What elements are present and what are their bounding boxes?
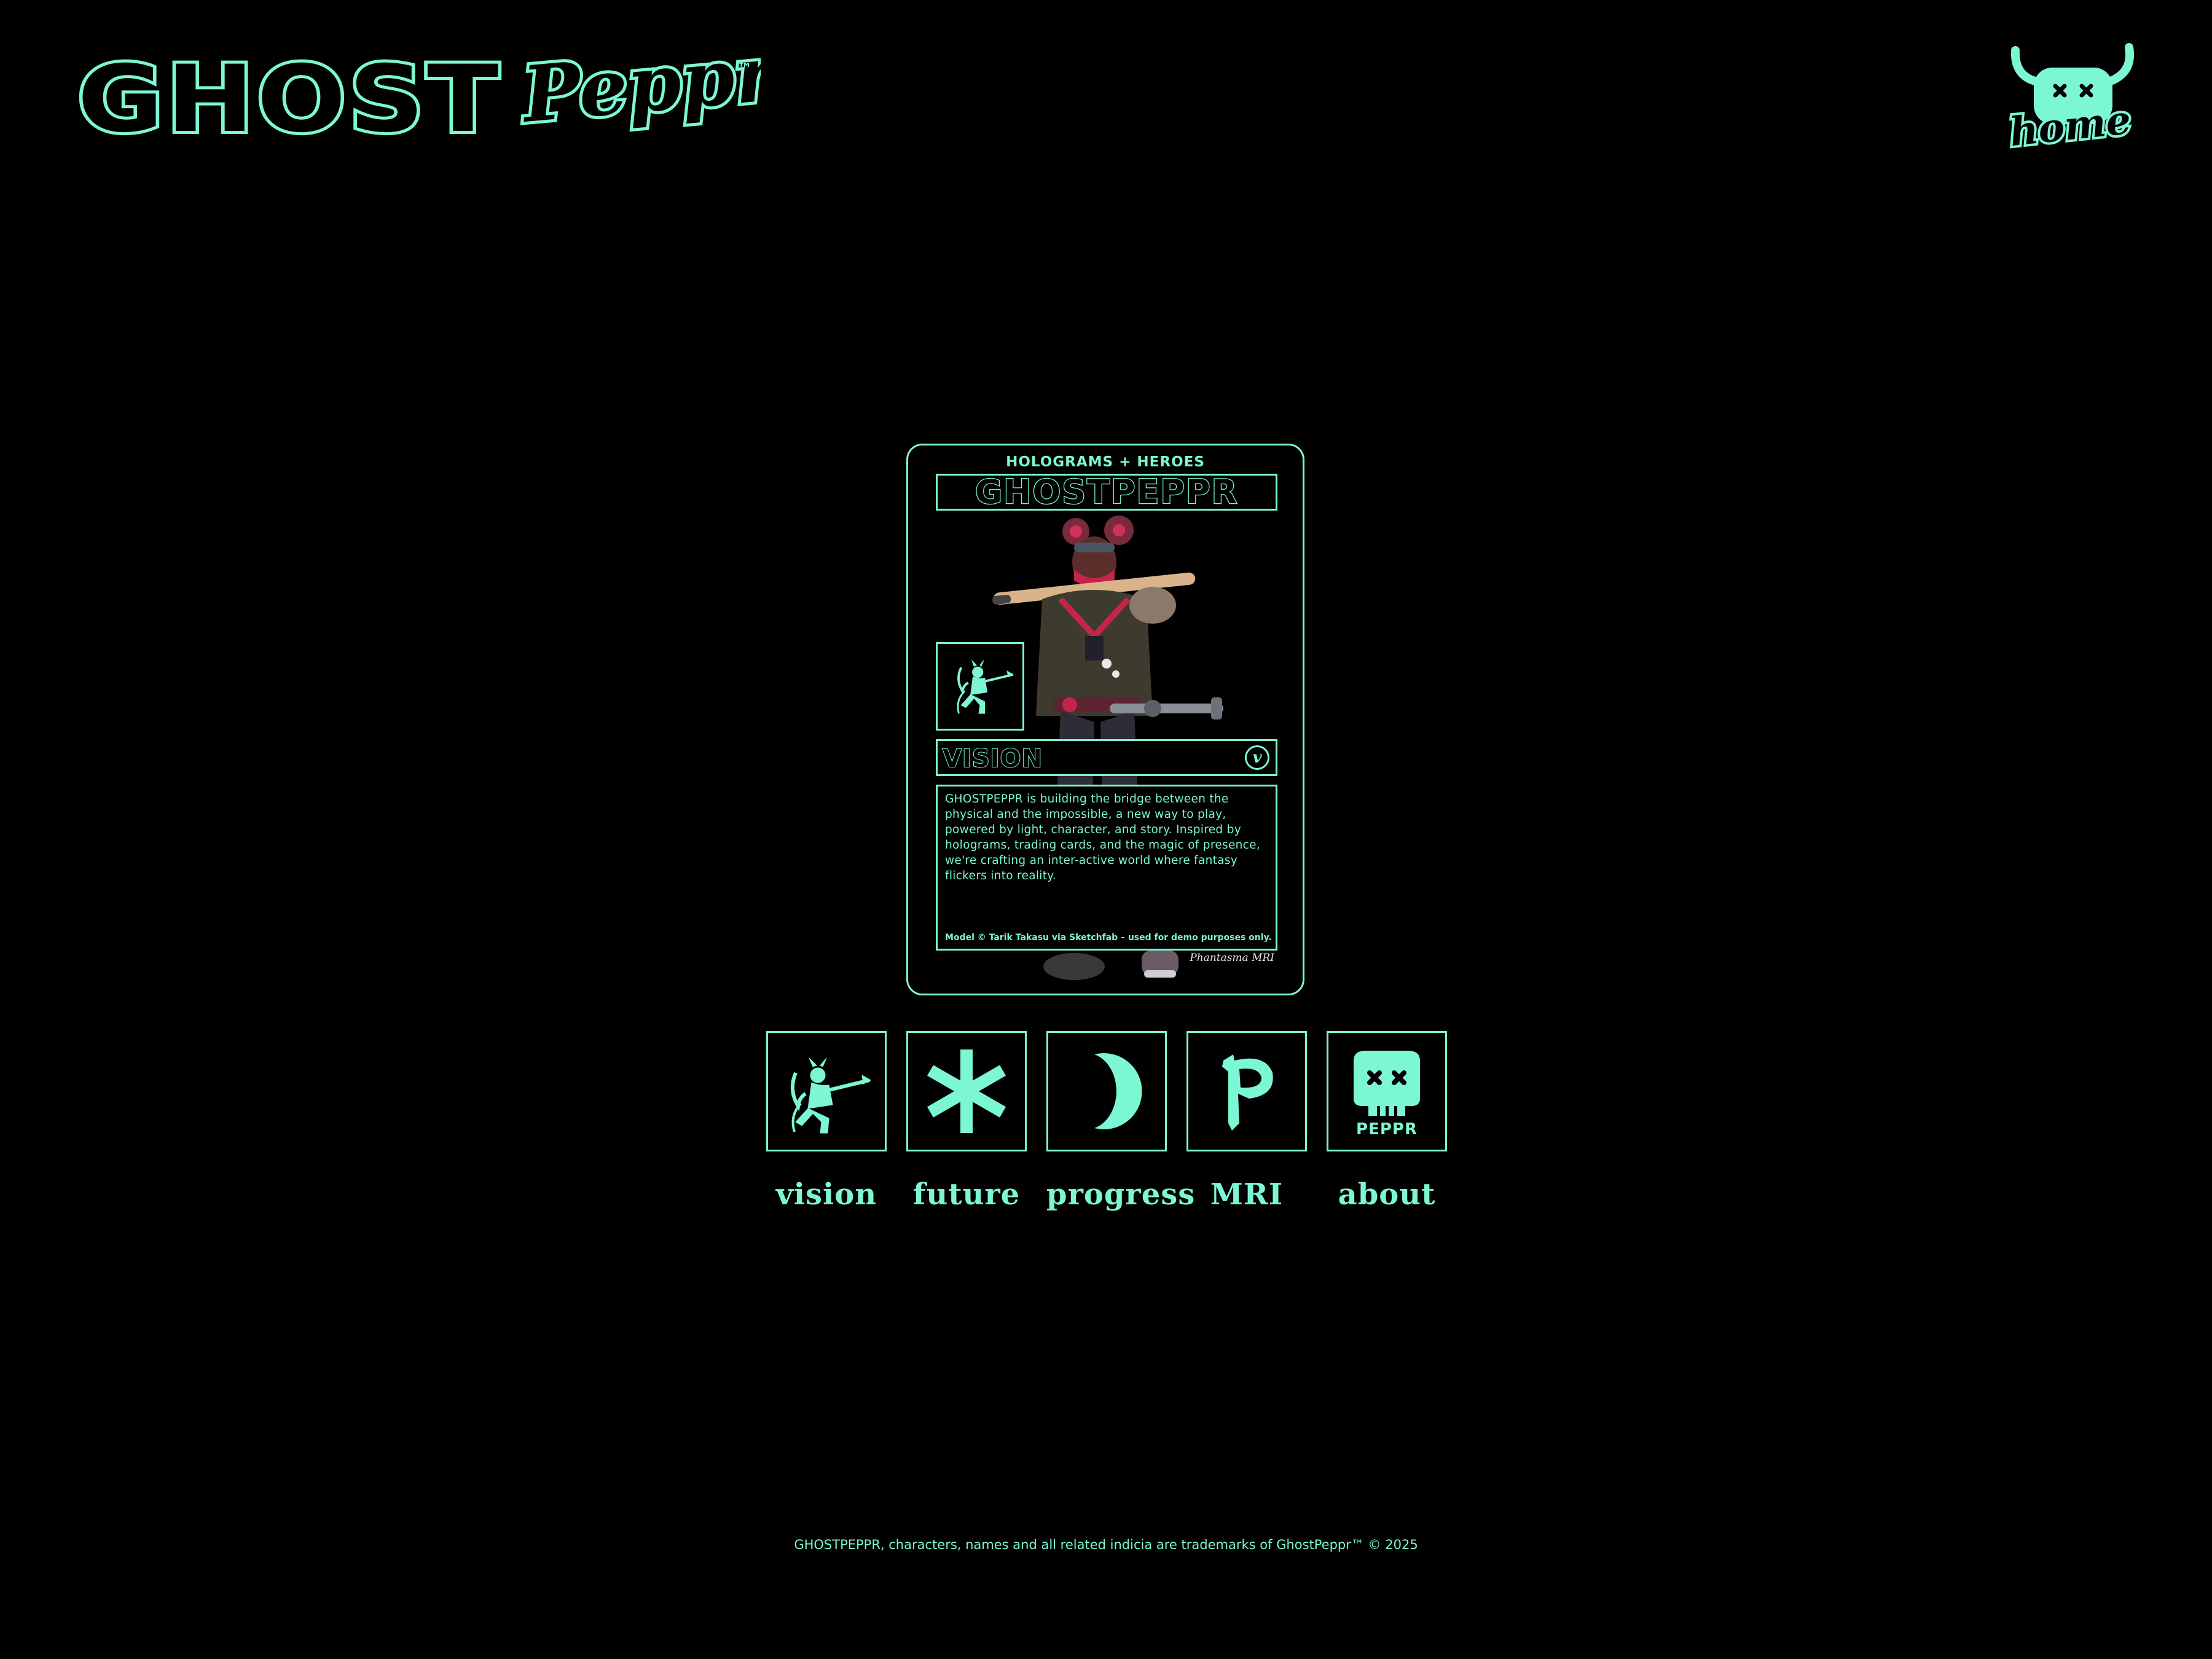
card-section-header: VISION v	[936, 739, 1277, 776]
home-skull-icon: home	[2005, 43, 2136, 149]
card-title-box: GHOSTPEPPR	[936, 474, 1277, 511]
nav-label-future: future	[912, 1177, 1021, 1212]
asterisk-icon	[906, 1031, 1027, 1151]
card-demon-archer-icon	[936, 642, 1024, 731]
model-credit: Model © Tarik Takasu via Sketchfab – use…	[945, 933, 1272, 943]
nav-progress[interactable]: progress	[1046, 1031, 1196, 1212]
nav-label-mri: MRI	[1210, 1177, 1284, 1212]
logo-script-text: Peppr	[517, 48, 761, 140]
section-badge: v	[1245, 745, 1269, 770]
card-description-box: GHOSTPEPPR is building the bridge betwee…	[936, 785, 1277, 951]
nav-label-progress: progress	[1046, 1177, 1196, 1212]
nav-label-about: about	[1338, 1177, 1436, 1212]
crescent-moon-icon	[1046, 1031, 1167, 1151]
brand-logo[interactable]: GHOST Peppr ™	[73, 48, 761, 146]
demon-archer-icon	[766, 1031, 887, 1151]
trademark-symbol: ™	[737, 60, 752, 77]
home-button[interactable]: home	[1997, 38, 2144, 149]
card-section-label: VISION	[942, 744, 1043, 774]
peppr-icon-text: PEPPR	[1356, 1120, 1418, 1139]
logo-main-text: GHOST	[77, 48, 501, 146]
character-card: HOLOGRAMS + HEROES GHOSTPEPPR VISION v G…	[906, 444, 1304, 995]
gothic-p-icon	[1186, 1031, 1307, 1151]
home-label: home	[2007, 97, 2133, 149]
card-description: GHOSTPEPPR is building the bridge betwee…	[945, 793, 1261, 882]
nav-vision[interactable]: vision	[766, 1031, 887, 1212]
nav-mri[interactable]: MRI	[1186, 1031, 1307, 1212]
footer-trademark: GHOSTPEPPR, characters, names and all re…	[794, 1537, 1418, 1552]
nav-future[interactable]: future	[906, 1031, 1027, 1212]
card-signature: Phantasma MRI	[1190, 952, 1274, 964]
card-eyebrow: HOLOGRAMS + HEROES	[1006, 454, 1205, 470]
nav-label-vision: vision	[775, 1177, 877, 1212]
nav-about[interactable]: PEPPR about	[1327, 1031, 1447, 1212]
card-title: GHOSTPEPPR	[975, 473, 1239, 511]
peppr-skull-icon: PEPPR	[1327, 1031, 1447, 1151]
